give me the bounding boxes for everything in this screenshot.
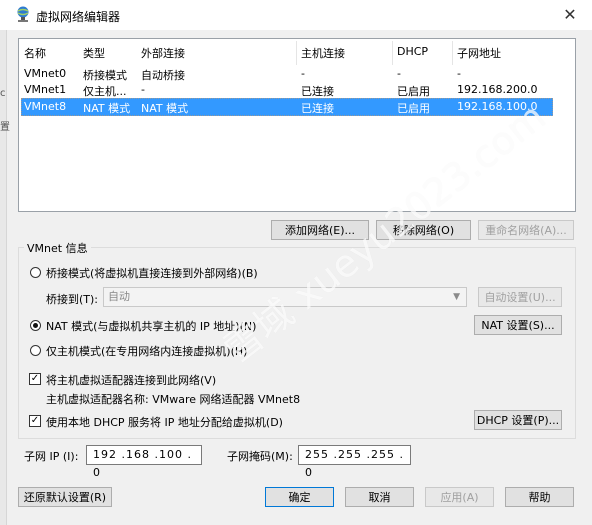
cell-type: 桥接模式 xyxy=(83,69,127,82)
dhcp-settings-button[interactable]: DHCP 设置(P)... xyxy=(474,410,562,430)
bridge-mode-label[interactable]: 桥接模式(将虚拟机直接连接到外部网络)(B) xyxy=(46,265,258,281)
dhcp-checkbox[interactable]: ✓ xyxy=(29,415,41,427)
cell-dhcp: - xyxy=(397,67,401,80)
cell-name: VMnet0 xyxy=(24,67,67,80)
column-header-external[interactable]: 外部连接 xyxy=(141,45,185,61)
cell-name: VMnet1 xyxy=(24,83,67,96)
cancel-button[interactable]: 取消 xyxy=(345,487,414,507)
network-list[interactable]: 名称 类型 外部连接 主机连接 DHCP 子网地址 VMnet0 桥接模式 自动… xyxy=(18,38,576,212)
cell-subnet: 192.168.100.0 xyxy=(457,100,538,113)
dhcp-label[interactable]: 使用本地 DHCP 服务将 IP 地址分配给虚拟机(D) xyxy=(46,414,283,430)
bridge-to-label: 桥接到(T): xyxy=(46,293,99,306)
cell-host-connection: - xyxy=(301,67,305,80)
bridge-mode-radio[interactable] xyxy=(30,267,41,278)
close-button[interactable]: ✕ xyxy=(556,2,584,28)
help-button[interactable]: 帮助 xyxy=(505,487,574,507)
nat-mode-label[interactable]: NAT 模式(与虚拟机共享主机的 IP 地址)(N) xyxy=(46,318,256,334)
cell-external: 自动桥接 xyxy=(141,69,185,82)
cell-host-connection: 已连接 xyxy=(301,102,334,115)
column-divider xyxy=(296,41,297,65)
adapter-name-label: 主机虚拟适配器名称: VMware 网络适配器 VMnet8 xyxy=(46,393,301,406)
column-header-host-connection[interactable]: 主机连接 xyxy=(301,45,345,61)
bridge-to-select[interactable]: 自动 ▼ xyxy=(103,287,467,307)
background-text-fragment: c xyxy=(0,88,6,99)
host-only-radio[interactable] xyxy=(30,345,41,356)
connect-adapter-label[interactable]: 将主机虚拟适配器连接到此网络(V) xyxy=(46,372,216,388)
subnet-mask-label: 子网掩码(M): xyxy=(227,450,293,463)
subnet-ip-label: 子网 IP (I): xyxy=(24,450,79,463)
column-divider xyxy=(392,41,393,65)
cell-dhcp: 已启用 xyxy=(397,102,430,115)
column-header-subnet[interactable]: 子网地址 xyxy=(457,45,501,61)
rename-network-button[interactable]: 重命名网络(A)... xyxy=(478,220,574,240)
connect-adapter-checkbox[interactable]: ✓ xyxy=(29,373,41,385)
network-globe-icon xyxy=(17,6,29,22)
window-title: 虚拟网络编辑器 xyxy=(36,10,121,24)
background-text-fragment: 置 xyxy=(0,122,10,133)
subnet-ip-input[interactable]: 192 .168 .100 . 0 xyxy=(86,445,202,479)
cell-external: - xyxy=(141,83,145,96)
apply-button[interactable]: 应用(A) xyxy=(425,487,494,507)
cell-subnet: - xyxy=(457,67,461,80)
cell-external: NAT 模式 xyxy=(141,102,189,115)
background-window-edge: c 置 xyxy=(0,30,10,525)
remove-network-button[interactable]: 移除网络(O) xyxy=(376,220,471,240)
column-header-name[interactable]: 名称 xyxy=(24,45,46,61)
cell-host-connection: 已连接 xyxy=(301,85,334,98)
table-row[interactable]: VMnet0 桥接模式 自动桥接 - - - xyxy=(21,66,551,82)
subnet-mask-input[interactable]: 255 .255 .255 . 0 xyxy=(298,445,411,479)
chevron-down-icon: ▼ xyxy=(453,292,460,302)
auto-settings-button[interactable]: 自动设置(U)... xyxy=(478,287,562,307)
nat-settings-button[interactable]: NAT 设置(S)... xyxy=(474,315,562,335)
ok-button[interactable]: 确定 xyxy=(265,487,334,507)
cell-dhcp: 已启用 xyxy=(397,85,430,98)
table-row[interactable]: VMnet1 仅主机... - 已连接 已启用 192.168.200.0 xyxy=(21,82,551,98)
column-divider xyxy=(452,41,453,65)
bridge-to-value: 自动 xyxy=(108,290,130,303)
host-only-label[interactable]: 仅主机模式(在专用网络内连接虚拟机)(H) xyxy=(46,343,247,359)
add-network-button[interactable]: 添加网络(E)... xyxy=(271,220,369,240)
vmnet-info-title: VMnet 信息 xyxy=(24,240,91,256)
column-header-dhcp[interactable]: DHCP xyxy=(397,45,428,58)
table-row-selected[interactable]: VMnet8 NAT 模式 NAT 模式 已连接 已启用 192.168.100… xyxy=(21,98,553,116)
cell-type: NAT 模式 xyxy=(83,102,131,115)
cell-type: 仅主机... xyxy=(83,85,127,98)
cell-name: VMnet8 xyxy=(24,100,67,113)
restore-defaults-button[interactable]: 还原默认设置(R) xyxy=(18,487,112,507)
cell-subnet: 192.168.200.0 xyxy=(457,83,538,96)
column-header-type[interactable]: 类型 xyxy=(83,45,105,61)
nat-mode-radio[interactable] xyxy=(30,320,41,331)
